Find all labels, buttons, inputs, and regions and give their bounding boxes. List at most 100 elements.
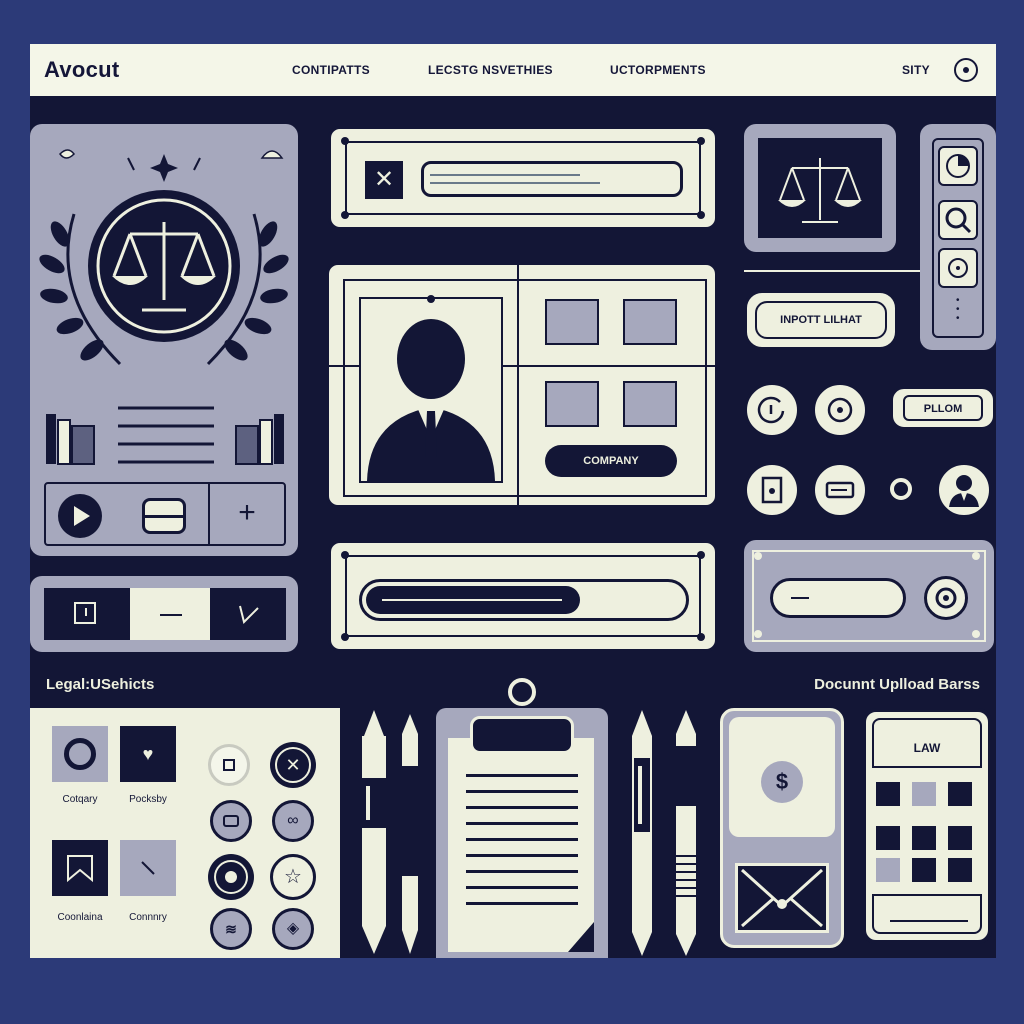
tile-label: Pocksby (129, 794, 167, 805)
knob-button[interactable] (924, 576, 968, 620)
target-icon (935, 587, 957, 609)
stop-icon (223, 759, 235, 771)
tile-label: Connnry (129, 912, 167, 923)
plom-label: PLLOM (903, 395, 983, 421)
toggle-button[interactable] (142, 498, 186, 534)
close-icon: ✕ (275, 747, 311, 783)
bookmark-icon (67, 855, 93, 883)
target-icon (948, 258, 968, 278)
favorite-button[interactable]: ☆ (270, 854, 316, 900)
minus-icon (160, 614, 182, 616)
credit-card-icon (825, 481, 855, 499)
camera-button[interactable] (208, 854, 254, 900)
progress-bar (359, 579, 689, 621)
nav-link-contipatts[interactable]: CONTIPATTS (292, 44, 370, 96)
legal-tile[interactable] (52, 840, 108, 896)
progress-fill (366, 586, 580, 614)
profile-card: COMPANY (326, 262, 718, 508)
radio-dot[interactable] (890, 478, 912, 500)
pens-icon (362, 710, 418, 954)
scales-icon (778, 158, 862, 223)
segment-minus[interactable] (130, 588, 210, 640)
card-button[interactable] (812, 462, 868, 518)
clipboard (436, 678, 608, 958)
badge-button[interactable]: ≋ (210, 908, 252, 950)
gallery-button[interactable] (210, 800, 252, 842)
keypad-key[interactable] (948, 858, 972, 882)
photo-thumbnail[interactable] (545, 381, 599, 427)
emblem-card: + (30, 124, 298, 556)
vertical-toolbar: • • • (920, 124, 996, 350)
legal-tile[interactable] (120, 840, 176, 896)
keypad-key[interactable] (876, 782, 900, 806)
link-icon: ∞ (287, 812, 299, 829)
slash-icon (141, 861, 155, 875)
section-title-documents: Docunnt Uplload Barss (814, 676, 980, 693)
check-icon (239, 605, 259, 624)
add-button[interactable]: + (232, 498, 262, 528)
lawyer-avatar[interactable] (936, 462, 992, 518)
tag-button[interactable]: ◈ (272, 908, 314, 950)
scales-card (744, 124, 896, 252)
ring-icon (64, 738, 96, 770)
search-input[interactable] (421, 161, 683, 197)
slider-input[interactable] (770, 578, 906, 618)
close-circle-button[interactable]: ✕ (270, 742, 316, 788)
segmented-control (30, 576, 298, 652)
link-button[interactable]: ∞ (272, 800, 314, 842)
brand-logo[interactable]: Avocut (44, 44, 120, 96)
keypad-key[interactable] (912, 858, 936, 882)
document-button[interactable] (744, 462, 800, 518)
photo-thumbnail[interactable] (545, 299, 599, 345)
payment-phone: $ (720, 708, 844, 948)
target-button[interactable] (938, 248, 978, 288)
camera-icon (214, 860, 248, 894)
section-title-legal: Legal:USehicts (46, 676, 155, 693)
search-button[interactable] (938, 200, 978, 240)
play-button[interactable] (58, 494, 102, 538)
pie-chart-button[interactable] (938, 146, 978, 186)
keypad-key[interactable] (948, 782, 972, 806)
badge-icon: ≋ (225, 921, 237, 937)
segment-check[interactable] (210, 588, 286, 640)
media-control-group: + (44, 482, 286, 546)
legal-subjects-panel: Cotqary ♥ Pocksby Coonlaina Connnry ✕ ∞ … (30, 708, 340, 958)
keypad-key[interactable] (876, 826, 900, 850)
page-fold-icon (568, 922, 594, 952)
top-nav-bar: Avocut CONTIPATTS LECSTG NSVETHIES UCTOR… (30, 44, 996, 96)
more-dots-icon[interactable]: • • • (956, 296, 960, 324)
keypad-key[interactable] (876, 858, 900, 882)
keypad-key[interactable] (948, 826, 972, 850)
phone-input[interactable] (872, 894, 982, 934)
close-button[interactable]: ✕ (365, 161, 403, 199)
dollar-icon[interactable]: $ (761, 761, 803, 803)
scales-icon-tile[interactable] (758, 138, 882, 238)
legal-tile[interactable]: ♥ (120, 726, 176, 782)
circle-dot-icon[interactable] (954, 58, 978, 82)
play-icon (74, 506, 90, 526)
tag-icon: ◈ (286, 920, 300, 937)
refresh-button[interactable] (744, 382, 800, 438)
input-field-pill[interactable]: INPOTT LILHAT (744, 290, 898, 350)
segment-download[interactable] (44, 588, 130, 640)
search-panel: ✕ (328, 126, 718, 230)
clip-ring-icon (508, 678, 536, 706)
clipboard-clip (470, 716, 574, 754)
stop-button[interactable] (208, 744, 250, 786)
search-icon (945, 207, 972, 234)
person-icon (367, 319, 495, 481)
company-button[interactable]: COMPANY (545, 445, 677, 477)
progress-panel (328, 540, 718, 652)
plom-button[interactable]: PLLOM (890, 386, 996, 430)
nav-link-lecstg[interactable]: LECSTG NSVETHIES (428, 44, 553, 96)
keypad-key[interactable] (912, 782, 936, 806)
nav-link-uctorpments[interactable]: UCTORPMENTS (610, 44, 706, 96)
law-phone: LAW (862, 708, 992, 944)
keypad-key[interactable] (912, 826, 936, 850)
nav-link-sity[interactable]: SITY (902, 44, 930, 96)
legal-tile[interactable] (52, 726, 108, 782)
photo-thumbnail[interactable] (623, 299, 677, 345)
envelope-button[interactable] (735, 863, 829, 933)
record-button[interactable] (812, 382, 868, 438)
photo-thumbnail[interactable] (623, 381, 677, 427)
